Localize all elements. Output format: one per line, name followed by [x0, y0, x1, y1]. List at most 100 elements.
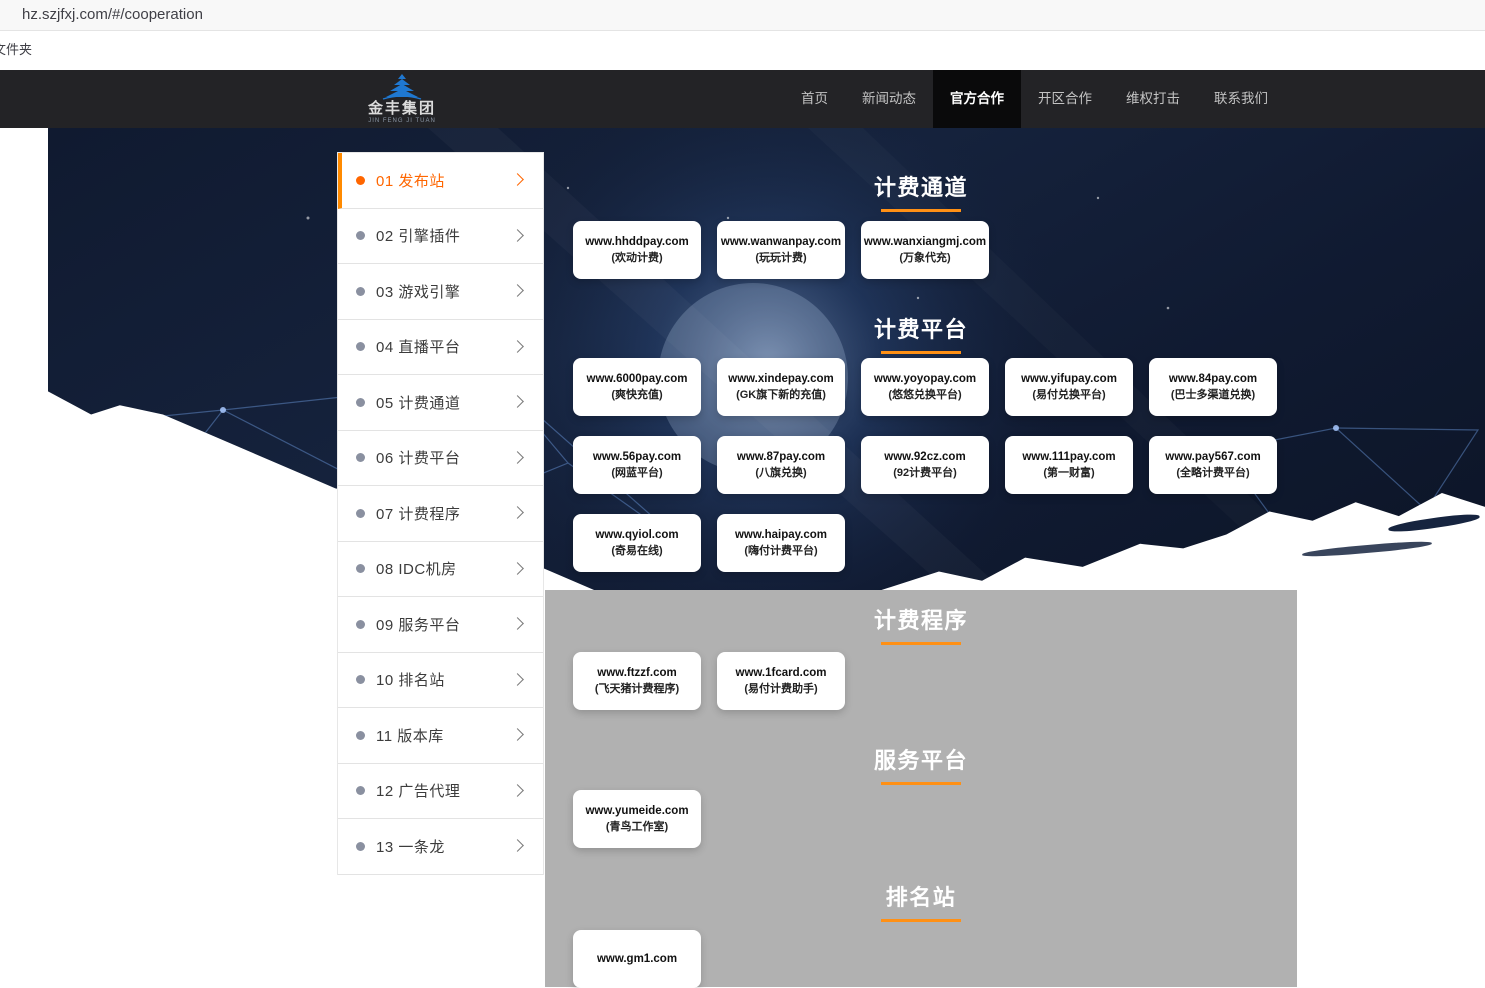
chevron-right-icon	[511, 451, 524, 464]
section-title: 排名站	[545, 880, 1297, 912]
sidebar-item-live-platforms[interactable]: 04 直播平台	[338, 320, 543, 376]
top-navbar: 金丰集团 JIN FENG JI TUAN 首页 新闻动态 官方合作 开区合作 …	[0, 70, 1485, 128]
partner-domain: www.hhddpay.com	[585, 236, 689, 249]
partner-note: (网蓝平台)	[611, 467, 662, 479]
sidebar-item-release-sites[interactable]: 01 发布站	[338, 153, 543, 209]
sidebar-item-billing-platforms[interactable]: 06 计费平台	[338, 431, 543, 487]
partner-card[interactable]: www.hhddpay.com (欢动计费)	[573, 221, 701, 279]
logo-title: 金丰集团	[368, 101, 436, 116]
bullet-icon	[356, 564, 365, 573]
browser-url-bar[interactable]: hz.szjfxj.com/#/cooperation	[0, 0, 1485, 31]
section-heading-ranking-sites: 排名站	[545, 880, 1297, 922]
sidebar-item-service-platforms[interactable]: 09 服务平台	[338, 597, 543, 653]
card-row: www.qyiol.com (奇易在线) www.haipay.com (嗨付计…	[573, 514, 845, 572]
nav-item-news[interactable]: 新闻动态	[845, 70, 933, 128]
partner-card[interactable]: www.wanwanpay.com (玩玩计费)	[717, 221, 845, 279]
card-row: www.yumeide.com (青鸟工作室)	[573, 790, 701, 848]
chevron-right-icon	[511, 340, 524, 353]
partner-card[interactable]: www.qyiol.com (奇易在线)	[573, 514, 701, 572]
partner-domain: www.yoyopay.com	[874, 373, 976, 386]
bullet-icon	[356, 176, 365, 185]
sidebar-item-ranking-sites[interactable]: 10 排名站	[338, 653, 543, 709]
bullet-icon	[356, 342, 365, 351]
sidebar-item-billing-channels[interactable]: 05 计费通道	[338, 375, 543, 431]
chevron-right-icon	[511, 728, 524, 741]
partner-card[interactable]: www.wanxiangmj.com (万象代充)	[861, 221, 989, 279]
chevron-right-icon	[511, 173, 524, 186]
partner-domain: www.ftzzf.com	[597, 667, 676, 680]
partner-card[interactable]: www.gm1.com	[573, 930, 701, 988]
bullet-icon	[356, 786, 365, 795]
partner-card[interactable]: www.84pay.com (巴士多渠道兑换)	[1149, 358, 1277, 416]
partner-card[interactable]: www.87pay.com (八旗兑换)	[717, 436, 845, 494]
bullet-icon	[356, 620, 365, 629]
partner-card[interactable]: www.1fcard.com (易付计费助手)	[717, 652, 845, 710]
section-heading-billing-programs: 计费程序	[545, 603, 1297, 645]
bookmarks-bar: 文件夹	[0, 31, 1485, 61]
partner-note: (嗨付计费平台)	[744, 545, 817, 557]
partner-domain: www.gm1.com	[597, 953, 677, 966]
nav-item-contact[interactable]: 联系我们	[1197, 70, 1285, 128]
partner-card[interactable]: www.ftzzf.com (飞天猪计费程序)	[573, 652, 701, 710]
partner-domain: www.87pay.com	[737, 451, 825, 464]
bullet-icon	[356, 287, 365, 296]
sidebar-item-ad-agency[interactable]: 12 广告代理	[338, 764, 543, 820]
partner-domain: www.92cz.com	[884, 451, 965, 464]
bullet-icon	[356, 398, 365, 407]
partner-note: (第一财富)	[1043, 467, 1094, 479]
partner-card[interactable]: www.6000pay.com (爽快充值)	[573, 358, 701, 416]
partner-note: (巴士多渠道兑换)	[1171, 389, 1255, 401]
partner-domain: www.pay567.com	[1165, 451, 1260, 464]
partner-note: (欢动计费)	[611, 252, 662, 264]
url-text[interactable]: hz.szjfxj.com/#/cooperation	[22, 6, 203, 23]
partner-card[interactable]: www.111pay.com (第一财富)	[1005, 436, 1133, 494]
sidebar-item-idc-rooms[interactable]: 08 IDC机房	[338, 542, 543, 598]
partner-card[interactable]: www.92cz.com (92计费平台)	[861, 436, 989, 494]
pagoda-logo-icon	[381, 74, 423, 100]
section-underline	[881, 919, 961, 922]
section-title: 服务平台	[545, 743, 1297, 775]
partner-note: (GK旗下新的充值)	[736, 389, 826, 401]
partner-note: (青鸟工作室)	[606, 821, 668, 833]
partner-card[interactable]: www.yoyopay.com (悠悠兑换平台)	[861, 358, 989, 416]
nav-item-home[interactable]: 首页	[784, 70, 845, 128]
section-underline	[881, 782, 961, 785]
card-row: www.gm1.com	[573, 930, 701, 988]
section-heading-billing-channels: 计费通道	[545, 170, 1297, 212]
site-logo[interactable]: 金丰集团 JIN FENG JI TUAN	[358, 70, 446, 128]
partner-card[interactable]: www.pay567.com (全略计费平台)	[1149, 436, 1277, 494]
partner-domain: www.6000pay.com	[587, 373, 688, 386]
partner-card[interactable]: www.yumeide.com (青鸟工作室)	[573, 790, 701, 848]
chevron-right-icon	[511, 395, 524, 408]
bookmark-folder[interactable]: 文件夹	[0, 39, 32, 58]
partner-domain: www.qyiol.com	[595, 529, 678, 542]
nav-item-open-area[interactable]: 开区合作	[1021, 70, 1109, 128]
partner-card[interactable]: www.xindepay.com (GK旗下新的充值)	[717, 358, 845, 416]
nav-item-cooperation[interactable]: 官方合作	[933, 70, 1021, 128]
sidebar-item-engine-plugins[interactable]: 02 引擎插件	[338, 209, 543, 265]
chevron-right-icon	[511, 839, 524, 852]
section-underline	[881, 351, 961, 354]
bullet-icon	[356, 509, 365, 518]
nav-item-rights[interactable]: 维权打击	[1109, 70, 1197, 128]
partner-note: (悠悠兑换平台)	[888, 389, 961, 401]
partner-note: (飞天猪计费程序)	[595, 683, 679, 695]
partner-domain: www.xindepay.com	[728, 373, 833, 386]
partner-card[interactable]: www.haipay.com (嗨付计费平台)	[717, 514, 845, 572]
sidebar-item-version-library[interactable]: 11 版本库	[338, 708, 543, 764]
sidebar-item-game-engines[interactable]: 03 游戏引擎	[338, 264, 543, 320]
partner-card[interactable]: www.yifupay.com (易付兑换平台)	[1005, 358, 1133, 416]
card-row: www.hhddpay.com (欢动计费) www.wanwanpay.com…	[573, 221, 989, 279]
chevron-right-icon	[511, 562, 524, 575]
section-heading-billing-platforms: 计费平台	[545, 312, 1297, 354]
partner-note: (易付兑换平台)	[1032, 389, 1105, 401]
partner-domain: www.haipay.com	[735, 529, 827, 542]
logo-subtitle: JIN FENG JI TUAN	[368, 117, 436, 125]
sidebar-item-billing-programs[interactable]: 07 计费程序	[338, 486, 543, 542]
bullet-icon	[356, 675, 365, 684]
partner-note: (万象代充)	[899, 252, 950, 264]
sidebar-item-one-stop[interactable]: 13 一条龙	[338, 819, 543, 875]
partner-card[interactable]: www.56pay.com (网蓝平台)	[573, 436, 701, 494]
partner-domain: www.84pay.com	[1169, 373, 1257, 386]
chevron-right-icon	[511, 284, 524, 297]
